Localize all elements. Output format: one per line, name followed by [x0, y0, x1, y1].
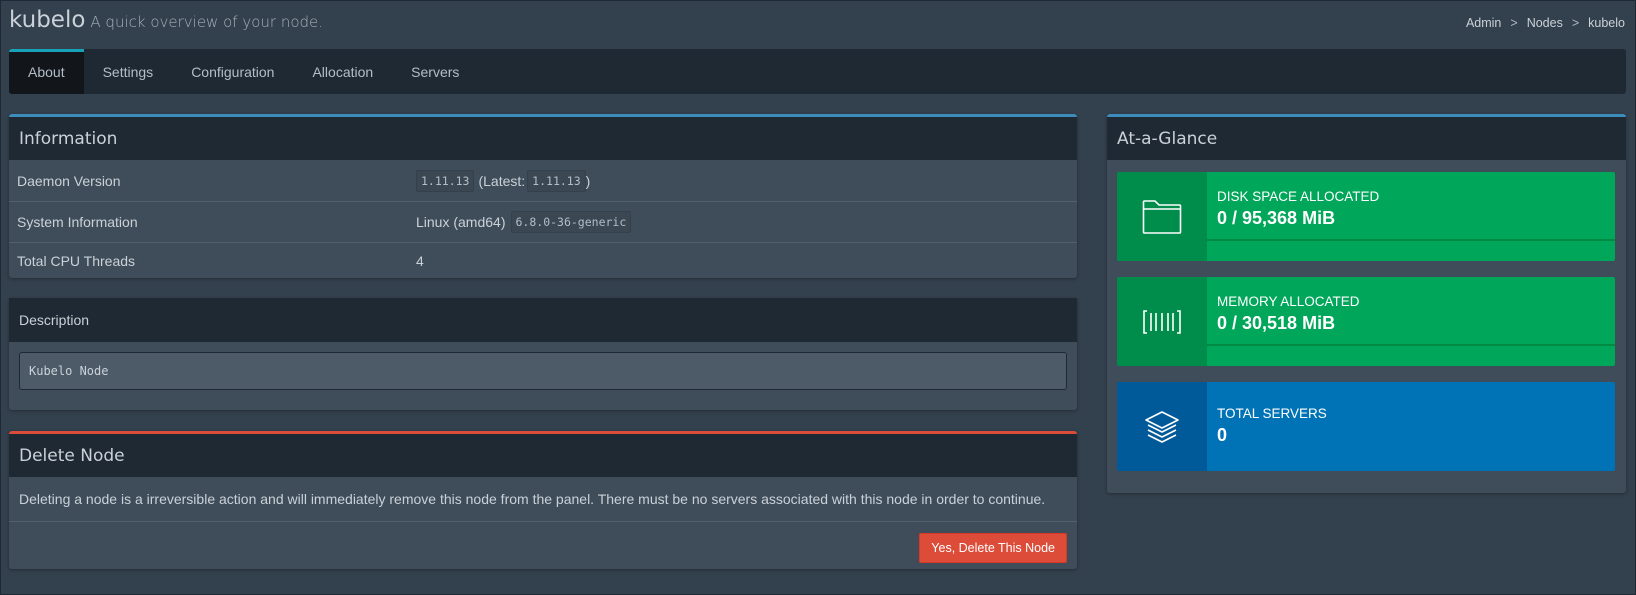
layers-icon	[1145, 410, 1179, 443]
os-text: Linux (amd64)	[416, 214, 506, 230]
servers-label: TOTAL SERVERS	[1217, 406, 1327, 421]
tab-settings[interactable]: Settings	[84, 49, 173, 94]
disk-value: 0 / 95,368 MiB	[1217, 208, 1336, 228]
servers-content: TOTAL SERVERS 0	[1207, 382, 1615, 471]
breadcrumb-admin[interactable]: Admin	[1466, 16, 1501, 30]
delete-node-box: Delete Node Deleting a node is a irrever…	[9, 431, 1077, 569]
memory-progress	[1207, 344, 1615, 346]
table-row: System Information Linux (amd64) 6.8.0-3…	[9, 201, 1077, 242]
node-tabs: About Settings Configuration Allocation …	[9, 49, 1626, 94]
breadcrumb-nodes[interactable]: Nodes	[1527, 16, 1563, 30]
tab-about[interactable]: About	[9, 49, 84, 94]
cpu-threads-value: 4	[416, 253, 424, 269]
daemon-version-code: 1.11.13	[416, 169, 475, 192]
memory-icon-area	[1117, 277, 1207, 366]
memory-label: MEMORY ALLOCATED	[1217, 294, 1360, 309]
disk-progress	[1207, 239, 1615, 241]
at-a-glance-title: At-a-Glance	[1107, 117, 1626, 160]
daemon-version-label: Daemon Version	[17, 172, 121, 189]
disk-icon-area	[1117, 172, 1207, 261]
delete-node-button[interactable]: Yes, Delete This Node	[919, 533, 1067, 563]
latest-prefix: (Latest:	[478, 172, 526, 189]
information-box: Information Daemon Version 1.11.13 (Late…	[9, 114, 1077, 278]
delete-warning-text: Deleting a node is a irreversible action…	[19, 491, 1046, 507]
disk-content: DISK SPACE ALLOCATED 0 / 95,368 MiB	[1207, 172, 1615, 261]
information-title: Information	[9, 117, 1077, 160]
servers-icon-area	[1117, 382, 1207, 471]
kernel-code: 6.8.0-36-generic	[510, 211, 632, 233]
disk-label: DISK SPACE ALLOCATED	[1217, 189, 1380, 204]
delete-footer: Yes, Delete This Node	[9, 521, 1077, 569]
table-row: Total CPU Threads 4	[9, 242, 1077, 279]
breadcrumb-separator: >	[1571, 16, 1580, 30]
description-title: Description	[9, 298, 1077, 342]
tab-allocation[interactable]: Allocation	[293, 49, 392, 94]
information-table: Daemon Version 1.11.13 (Latest: 1.11.13 …	[9, 160, 1077, 279]
memory-stat: MEMORY ALLOCATED 0 / 30,518 MiB	[1117, 277, 1615, 366]
latest-suffix: )	[585, 172, 591, 189]
total-servers-stat: TOTAL SERVERS 0	[1117, 382, 1615, 471]
at-a-glance-box: At-a-Glance DISK SPACE ALLOCATED 0 / 95,…	[1107, 114, 1626, 493]
daemon-version-value: 1.11.13 (Latest: 1.11.13 )	[416, 169, 591, 192]
description-textarea[interactable]: Kubelo Node	[19, 352, 1067, 390]
latest-version-code: 1.11.13	[527, 169, 586, 192]
page-subtitle: A quick overview of your node.	[90, 13, 324, 31]
folder-icon	[1142, 199, 1182, 234]
breadcrumb-current: kubelo	[1588, 16, 1625, 30]
cpu-threads-label: Total CPU Threads	[17, 253, 136, 269]
page-title: kubelo	[9, 7, 86, 33]
memory-content: MEMORY ALLOCATED 0 / 30,518 MiB	[1207, 277, 1615, 366]
tab-configuration[interactable]: Configuration	[172, 49, 293, 94]
description-box: Description Kubelo Node	[9, 298, 1077, 410]
breadcrumb-separator: >	[1510, 16, 1518, 30]
delete-node-title: Delete Node	[9, 434, 1077, 477]
memory-value: 0 / 30,518 MiB	[1217, 313, 1336, 333]
disk-space-stat: DISK SPACE ALLOCATED 0 / 95,368 MiB	[1117, 172, 1615, 261]
barcode-icon	[1143, 309, 1181, 334]
system-information-value: Linux (amd64) 6.8.0-36-generic	[416, 211, 632, 233]
breadcrumb: Admin > Nodes > kubelo	[1466, 16, 1625, 30]
page-header: kubelo A quick overview of your node.	[9, 7, 323, 43]
servers-value: 0	[1217, 425, 1228, 445]
table-row: Daemon Version 1.11.13 (Latest: 1.11.13 …	[9, 160, 1077, 201]
system-information-label: System Information	[17, 214, 138, 230]
tab-servers[interactable]: Servers	[392, 49, 478, 94]
